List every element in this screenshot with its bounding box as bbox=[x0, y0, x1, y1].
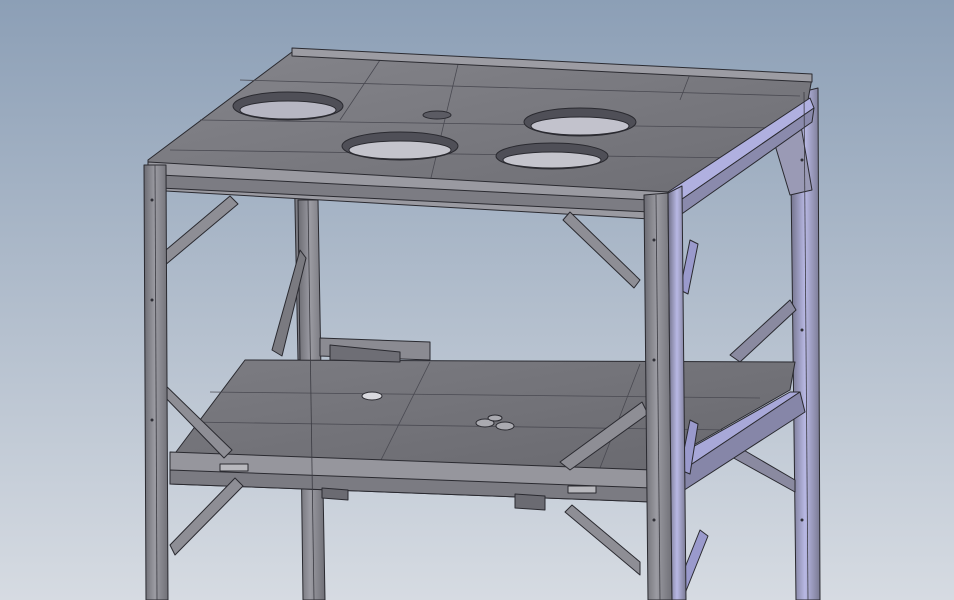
deck-opening-floor bbox=[348, 140, 452, 160]
small-hole bbox=[422, 110, 452, 120]
lower-deck-hole bbox=[361, 391, 383, 401]
under-bracket bbox=[514, 493, 546, 511]
deck-opening-floor bbox=[239, 100, 337, 120]
beam-slot bbox=[219, 463, 249, 472]
deck-opening-floor bbox=[530, 116, 630, 136]
lower-deck-hole bbox=[495, 421, 515, 431]
beam-slot bbox=[567, 485, 597, 494]
under-bracket bbox=[321, 487, 349, 501]
cad-viewport[interactable] bbox=[0, 0, 954, 600]
lower-deck-hole bbox=[487, 414, 503, 422]
deck-opening-floor bbox=[502, 151, 602, 169]
model-render bbox=[0, 0, 954, 600]
